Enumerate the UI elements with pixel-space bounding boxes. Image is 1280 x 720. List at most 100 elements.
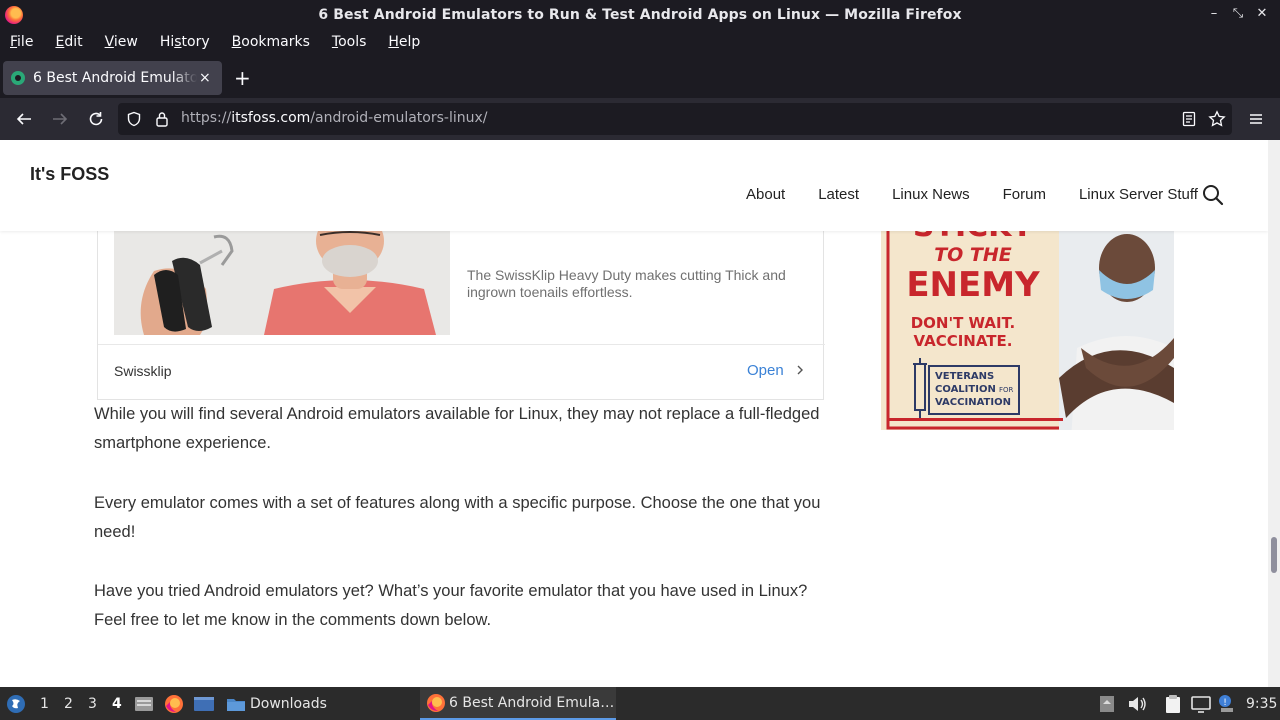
taskbar-firefox-window[interactable]: 6 Best Android Emula…	[420, 687, 616, 720]
menu-history[interactable]: Hisstorytory	[160, 34, 210, 50]
tab-strip: 6 Best Android Emulators to Run & Test A…	[0, 56, 1280, 98]
terminal-launcher[interactable]	[193, 687, 215, 720]
sidebar-ad-poster[interactable]: STICKY TO THE ENEMY DON'T WAIT. VACCINAT…	[881, 228, 1174, 440]
downloads-label: Downloads	[250, 695, 327, 712]
reload-icon	[89, 112, 103, 126]
tab-title: 6 Best Android Emulators to Run & Test A…	[33, 70, 197, 86]
tray-updates[interactable]: !	[1217, 687, 1235, 720]
reader-view-icon[interactable]	[1181, 111, 1197, 127]
article-paragraph-3: Have you tried Android emulators yet? Wh…	[94, 582, 808, 629]
svg-text:!: !	[1223, 698, 1227, 708]
site-logo[interactable]: It's FOSS	[30, 164, 109, 185]
ad-divider	[98, 344, 825, 345]
svg-text:VACCINATION: VACCINATION	[935, 397, 1011, 408]
ad-open-button[interactable]: Open	[747, 362, 806, 379]
svg-text:VACCINATE.: VACCINATE.	[914, 332, 1013, 350]
svg-text:COALITION: COALITION	[935, 384, 996, 395]
update-notification-icon: !	[1219, 694, 1233, 712]
firefox-launcher[interactable]	[164, 687, 184, 720]
forward-arrow-icon	[53, 113, 68, 125]
reload-button[interactable]	[85, 108, 107, 130]
menu-help[interactable]: Help	[388, 34, 420, 50]
nav-link-linux-news[interactable]: Linux News	[892, 186, 970, 203]
distro-logo-icon	[7, 694, 25, 713]
clipboard-icon	[1166, 694, 1180, 713]
menu-file[interactable]: File	[10, 34, 33, 50]
chevron-right-icon	[797, 365, 803, 375]
ad-photo-illustration	[114, 231, 450, 335]
folder-icon	[227, 698, 245, 711]
window-title-bar: 6 Best Android Emulators to Run & Test A…	[0, 0, 1280, 30]
ad-open-label: Open	[747, 362, 784, 379]
volume-icon	[1129, 696, 1146, 711]
scrollbar-thumb[interactable]	[1271, 537, 1277, 573]
workspace-4[interactable]: 4	[112, 687, 122, 720]
menu-bar: File Edit View Hisstorytory Bookmarks To…	[0, 30, 1280, 54]
nav-link-latest[interactable]: Latest	[818, 186, 859, 203]
lock-icon[interactable]	[155, 111, 169, 127]
web-page: The SwissKlip Heavy Duty makes cutting T…	[0, 140, 1268, 687]
file-manager-launcher[interactable]	[134, 687, 154, 720]
window-controls: – ⤡ ✕	[1206, 6, 1270, 21]
tray-volume[interactable]	[1127, 687, 1147, 720]
window-app-icon	[194, 696, 214, 711]
firefox-icon	[165, 694, 183, 713]
tray-show-desktop[interactable]	[1098, 687, 1116, 720]
svg-text:TO THE: TO THE	[934, 244, 1012, 266]
menu-edit[interactable]: Edit	[55, 34, 82, 50]
window-title: 6 Best Android Emulators to Run & Test A…	[318, 7, 962, 23]
url-bar[interactable]: https://itsfoss.com/android-emulators-li…	[118, 103, 1232, 135]
article-paragraph-1: While you will find several Android emul…	[94, 405, 820, 452]
menu-view[interactable]: View	[105, 34, 138, 50]
firefox-window-icon	[427, 693, 445, 712]
site-nav: About Latest Linux News Forum Linux Serv…	[746, 186, 1231, 203]
ad-product-image[interactable]	[114, 231, 450, 335]
app-menu-button[interactable]	[1245, 108, 1267, 130]
tab-active[interactable]: 6 Best Android Emulators to Run & Test A…	[3, 61, 222, 95]
file-manager-icon	[135, 696, 153, 711]
nav-link-linux-server-stuff[interactable]: Linux Server Stuff	[1079, 186, 1198, 203]
tab-close-button[interactable]: ×	[199, 70, 211, 86]
network-icon	[1191, 695, 1211, 713]
svg-text:VETERANS: VETERANS	[935, 371, 994, 382]
tray-clipboard[interactable]	[1164, 687, 1182, 720]
site-header: It's FOSS About Latest Linux News Forum …	[0, 140, 1268, 231]
svg-text:DON'T WAIT.: DON'T WAIT.	[911, 314, 1016, 332]
desktop-icon	[1100, 695, 1114, 712]
navigation-toolbar: https://itsfoss.com/android-emulators-li…	[0, 98, 1280, 140]
bookmark-star-icon[interactable]	[1208, 110, 1226, 128]
ad-brand-name[interactable]: Swissklip	[114, 363, 172, 379]
forward-button[interactable]	[49, 108, 71, 130]
start-menu-button[interactable]	[6, 687, 26, 720]
svg-text:ENEMY: ENEMY	[906, 265, 1040, 305]
tracking-protection-shield-icon[interactable]	[126, 111, 142, 127]
menu-tools[interactable]: Tools	[332, 34, 367, 50]
page-scrollbar[interactable]	[1268, 140, 1280, 687]
menu-bookmarks[interactable]: Bookmarks	[232, 34, 310, 50]
back-button[interactable]	[13, 108, 35, 130]
workspace-1[interactable]: 1	[40, 687, 49, 720]
new-tab-button[interactable]: +	[234, 66, 251, 90]
tray-network[interactable]	[1190, 687, 1212, 720]
hamburger-menu-icon	[1250, 114, 1262, 124]
back-arrow-icon	[16, 113, 31, 125]
active-window-label: 6 Best Android Emula…	[449, 694, 615, 711]
minimize-button[interactable]: –	[1206, 6, 1222, 21]
system-clock[interactable]: 9:35	[1246, 696, 1277, 712]
ad-description[interactable]: The SwissKlip Heavy Duty makes cutting T…	[467, 267, 807, 301]
vaccination-poster-artwork: STICKY TO THE ENEMY DON'T WAIT. VACCINAT…	[881, 228, 1174, 440]
firefox-logo-icon	[5, 6, 23, 24]
itsfoss-favicon-icon	[11, 71, 25, 85]
article-paragraph-2: Every emulator comes with a set of featu…	[94, 494, 821, 541]
nav-link-about[interactable]: About	[746, 186, 785, 203]
maximize-button[interactable]: ⤡	[1230, 6, 1246, 21]
taskbar-downloads-window[interactable]: Downloads	[226, 687, 327, 720]
url-text[interactable]: https://itsfoss.com/android-emulators-li…	[181, 110, 487, 126]
search-icon[interactable]	[1202, 184, 1224, 206]
svg-text:FOR: FOR	[999, 386, 1014, 394]
workspace-2[interactable]: 2	[64, 687, 73, 720]
nav-link-forum[interactable]: Forum	[1003, 186, 1046, 203]
system-taskbar: 1 2 3 4 Downloads 6 Best Android Emula… …	[0, 687, 1280, 720]
workspace-3[interactable]: 3	[88, 687, 97, 720]
close-window-button[interactable]: ✕	[1254, 6, 1270, 21]
